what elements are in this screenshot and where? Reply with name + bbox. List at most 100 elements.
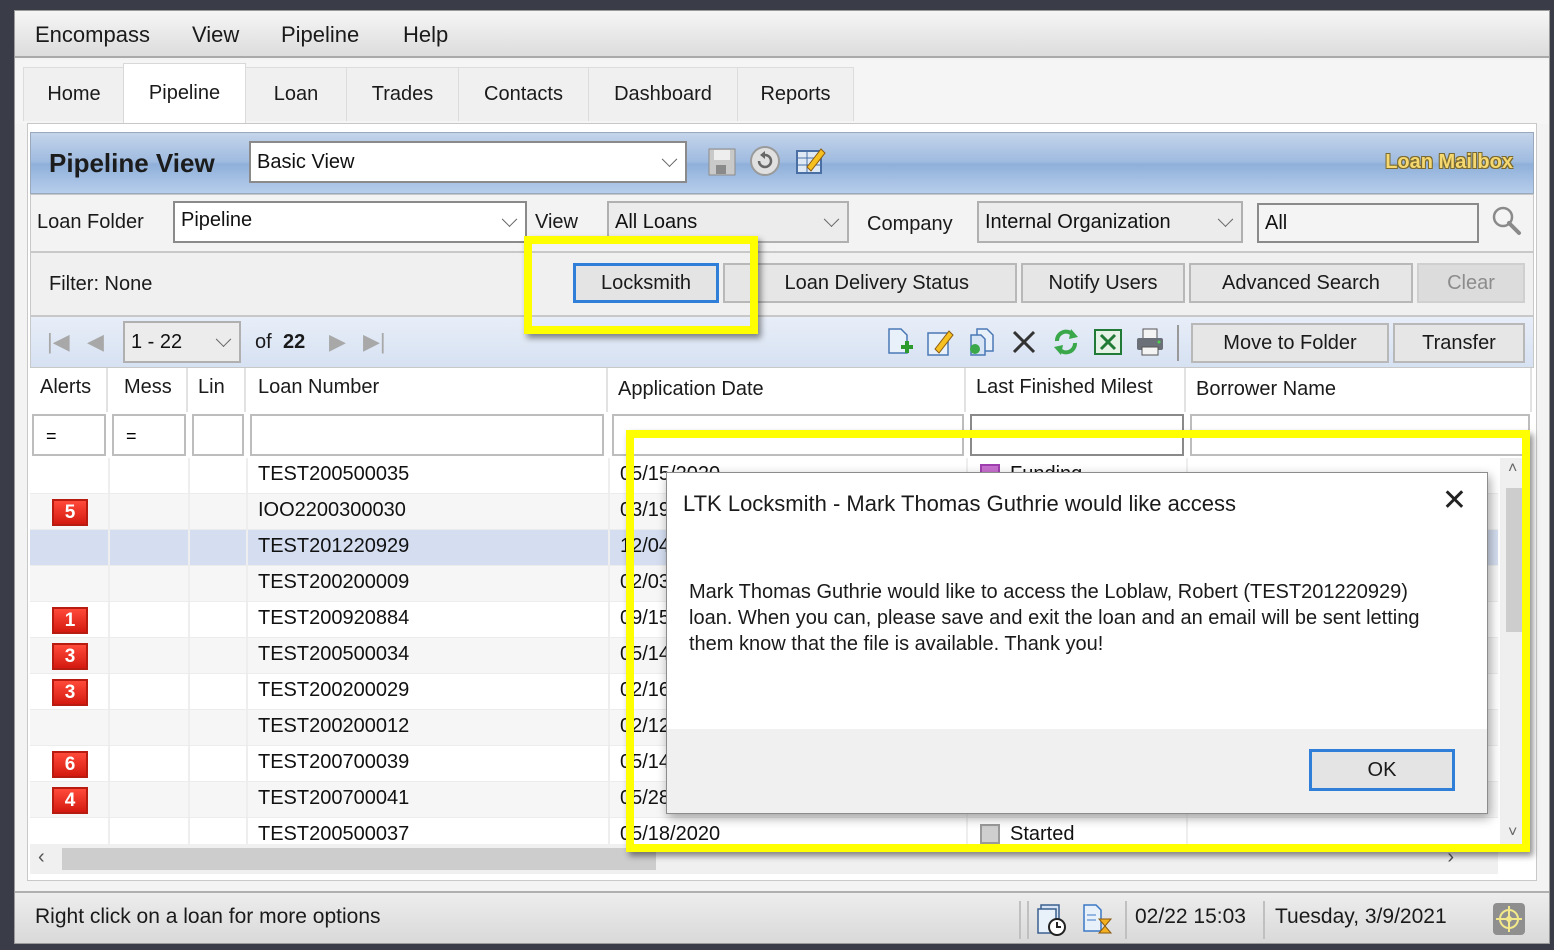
loan-number-cell: TEST200200029 [258, 679, 410, 701]
column-separator [246, 674, 248, 709]
status-separator [1019, 901, 1021, 939]
scheduled-tasks-icon[interactable] [1037, 903, 1071, 937]
column-separator [108, 710, 110, 745]
loan-number-cell: IOO2200300030 [258, 499, 406, 521]
target-icon[interactable] [1493, 903, 1525, 935]
loan-number-cell: TEST200920884 [258, 607, 410, 629]
edit-view-icon[interactable] [795, 145, 827, 177]
menu-bar: Encompass View Pipeline Help [15, 11, 1549, 58]
alert-count-badge[interactable]: 6 [52, 751, 88, 778]
column-separator [608, 458, 610, 493]
save-icon[interactable] [707, 147, 737, 177]
loan-folder-value: Pipeline [181, 209, 253, 231]
filter-messages[interactable]: = [112, 414, 186, 456]
column-separator [188, 674, 190, 709]
alert-count-badge[interactable]: 5 [52, 499, 88, 526]
tab-loan[interactable]: Loan [245, 67, 347, 121]
alert-count-badge[interactable]: 3 [52, 643, 88, 670]
loan-number-cell: TEST200200009 [258, 571, 410, 593]
column-separator [246, 530, 248, 565]
chevron-down-icon [823, 211, 840, 228]
status-separator [1263, 901, 1265, 939]
duplicate-loan-icon[interactable] [967, 327, 997, 357]
view-select[interactable]: Basic View [249, 141, 687, 183]
column-header-alerts[interactable]: Alerts [30, 368, 108, 412]
loan-folder-select[interactable]: Pipeline [173, 201, 527, 243]
transfer-button[interactable]: Transfer [1393, 323, 1525, 363]
advanced-search-button[interactable]: Advanced Search [1189, 263, 1413, 303]
column-header-lin[interactable]: Lin [188, 368, 246, 412]
new-loan-icon[interactable] [885, 327, 915, 357]
column-separator [608, 710, 610, 745]
column-separator [246, 458, 248, 493]
refresh-icon[interactable] [1051, 327, 1081, 357]
excel-export-icon[interactable] [1093, 327, 1123, 357]
previous-page-icon[interactable]: ◀ [87, 329, 104, 355]
tab-trades[interactable]: Trades [346, 67, 459, 121]
filter-alerts[interactable]: = [32, 414, 106, 456]
column-separator [108, 530, 110, 565]
column-separator [246, 566, 248, 601]
page-range-select[interactable]: 1 - 22 [123, 321, 241, 363]
filter-bar: Filter: None Locksmith Loan Delivery Sta… [30, 252, 1534, 316]
column-separator [188, 566, 190, 601]
main-tabs: Home Pipeline Loan Trades Contacts Dashb… [15, 60, 1549, 124]
column-header-last-finished-milestone[interactable]: Last Finished Milest [966, 368, 1186, 412]
column-header-application-date[interactable]: Application Date [608, 368, 966, 412]
tab-reports[interactable]: Reports [737, 67, 854, 121]
delete-icon[interactable] [1009, 327, 1039, 357]
filter-lin[interactable] [192, 414, 244, 456]
view-filter-value: All Loans [615, 210, 698, 233]
search-icon[interactable] [1491, 205, 1523, 237]
column-header-messages[interactable]: Mess [108, 368, 188, 412]
last-page-icon[interactable]: ▶| [363, 329, 386, 355]
loan-delivery-status-button[interactable]: Loan Delivery Status [723, 263, 1017, 303]
clear-button[interactable]: Clear [1417, 263, 1525, 303]
alert-count-badge[interactable]: 3 [52, 679, 88, 706]
menu-help[interactable]: Help [403, 22, 448, 48]
org-input[interactable]: All [1257, 203, 1479, 243]
status-bar: Right click on a loan for more options 0… [15, 891, 1549, 943]
menu-pipeline[interactable]: Pipeline [281, 22, 359, 48]
column-separator [188, 458, 190, 493]
tab-contacts[interactable]: Contacts [458, 67, 589, 121]
first-page-icon[interactable]: |◀ [47, 329, 70, 355]
pending-document-icon[interactable] [1081, 903, 1115, 937]
column-separator [246, 782, 248, 817]
reset-icon[interactable] [749, 145, 781, 177]
column-separator [188, 494, 190, 529]
move-to-folder-button[interactable]: Move to Folder [1191, 323, 1389, 363]
company-select[interactable]: Internal Organization [977, 201, 1243, 243]
column-separator [246, 710, 248, 745]
column-header-borrower-name[interactable]: Borrower Name [1186, 368, 1532, 412]
column-separator [246, 602, 248, 637]
filter-loan-number[interactable] [250, 414, 604, 456]
loan-number-cell: TEST200700041 [258, 787, 410, 809]
chevron-down-icon [1217, 211, 1234, 228]
tab-dashboard[interactable]: Dashboard [588, 67, 738, 121]
filter-status: Filter: None [49, 273, 153, 295]
grid-toolbar: |◀ ◀ 1 - 22 of 22 ▶ ▶| Move to Folder Tr… [30, 316, 1534, 368]
tab-pipeline[interactable]: Pipeline [123, 63, 246, 123]
menu-encompass[interactable]: Encompass [35, 22, 150, 48]
edit-loan-icon[interactable] [925, 327, 955, 357]
column-separator [608, 746, 610, 781]
column-separator [108, 638, 110, 673]
print-icon[interactable] [1135, 327, 1165, 357]
notify-users-button[interactable]: Notify Users [1021, 263, 1185, 303]
next-page-icon[interactable]: ▶ [329, 329, 346, 355]
column-separator [246, 494, 248, 529]
column-separator [108, 602, 110, 637]
alert-count-badge[interactable]: 1 [52, 607, 88, 634]
scroll-left-icon[interactable]: ‹ [38, 846, 45, 869]
column-separator [608, 602, 610, 637]
alert-count-badge[interactable]: 4 [52, 787, 88, 814]
tab-home[interactable]: Home [23, 67, 125, 121]
org-value: All [1265, 211, 1288, 234]
loan-mailbox-link[interactable]: Loan Mailbox [1385, 151, 1513, 174]
horizontal-scroll-thumb[interactable] [62, 848, 656, 870]
menu-view[interactable]: View [192, 22, 239, 48]
column-separator [608, 494, 610, 529]
column-header-loan-number[interactable]: Loan Number [246, 368, 608, 412]
column-separator [608, 674, 610, 709]
